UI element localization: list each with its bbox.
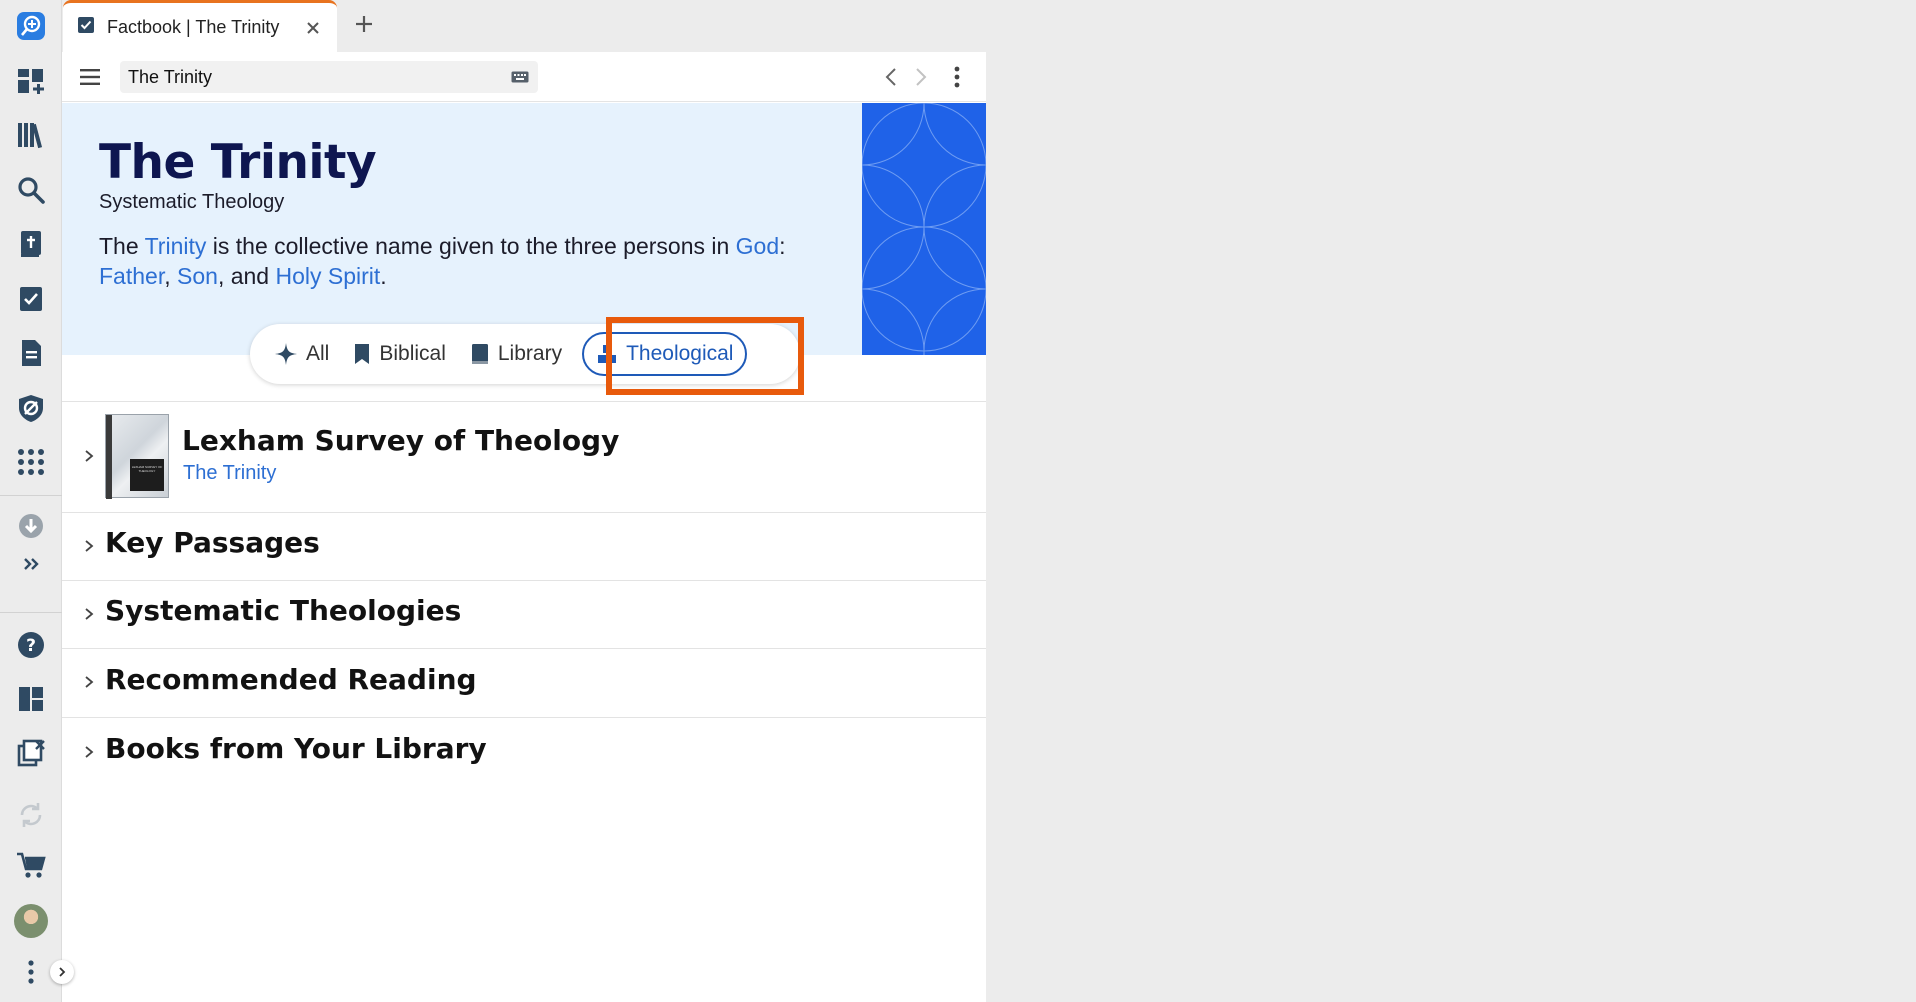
chevron-right-icon[interactable]: [82, 404, 96, 418]
topic-input-value: The Trinity: [128, 66, 213, 87]
filter-biblical[interactable]: Biblical: [341, 332, 458, 376]
add-tab-button[interactable]: [350, 10, 378, 38]
section-systematic-theologies[interactable]: Systematic Theologies: [105, 594, 461, 627]
back-chevron-icon[interactable]: [878, 64, 904, 90]
apps-grid-icon[interactable]: [11, 442, 51, 482]
page-title: The Trinity: [99, 135, 377, 190]
more-chevrons-icon[interactable]: [11, 544, 51, 584]
topic-description: The Trinity is the collective name given…: [99, 233, 786, 289]
topic-header: The Trinity Systematic Theology The Trin…: [62, 103, 986, 355]
section-books-from-library[interactable]: Books from Your Library: [105, 732, 487, 765]
tab-title: Factbook | The Trinity: [107, 17, 280, 37]
section-key-passages[interactable]: Key Passages: [105, 526, 320, 559]
logos-search-icon[interactable]: [11, 6, 51, 46]
chevron-right-icon[interactable]: [82, 745, 96, 759]
page-subtitle: Systematic Theology: [99, 191, 285, 213]
link-trinity[interactable]: Trinity: [145, 233, 207, 259]
dashboard-add-icon[interactable]: [11, 61, 51, 101]
help-icon[interactable]: ?: [11, 625, 51, 665]
link-holy-spirit[interactable]: Holy Spirit: [275, 263, 380, 289]
book-cover-image[interactable]: LEXHAM SURVEY OF THEOLOGY: [105, 414, 169, 499]
chevron-right-icon[interactable]: [82, 607, 96, 621]
sync-icon[interactable]: [11, 795, 51, 835]
close-icon[interactable]: [303, 18, 323, 38]
link-son[interactable]: Son: [177, 263, 218, 289]
filter-theological[interactable]: Theological: [582, 332, 748, 376]
checklist-icon[interactable]: [11, 279, 51, 319]
sparkle-icon: [275, 343, 297, 365]
book-icon: [471, 344, 488, 364]
document-icon[interactable]: [11, 333, 51, 373]
featured-book-row[interactable]: [62, 402, 986, 512]
avatar[interactable]: [14, 904, 48, 938]
plus-icon: [356, 16, 372, 32]
library-icon[interactable]: [11, 115, 51, 155]
filter-pills: All Biblical Library Theological: [250, 324, 800, 384]
bible-icon[interactable]: [11, 224, 51, 264]
hero-decoration: [862, 103, 986, 355]
app-rail: ?: [0, 0, 74, 1002]
chevron-right-icon[interactable]: [82, 539, 96, 553]
guides-icon[interactable]: [11, 388, 51, 428]
topic-input[interactable]: The Trinity: [120, 61, 538, 93]
book-section-link[interactable]: The Trinity: [183, 462, 276, 485]
svg-text:?: ?: [26, 636, 36, 656]
bookmark-icon: [355, 344, 370, 364]
forward-chevron-icon[interactable]: [908, 64, 934, 90]
filter-all[interactable]: All: [262, 332, 341, 376]
search-icon[interactable]: [11, 170, 51, 210]
expand-rail-button[interactable]: [50, 960, 74, 984]
cart-icon[interactable]: [11, 845, 51, 885]
close-panels-icon[interactable]: [11, 733, 51, 773]
section-recommended-reading[interactable]: Recommended Reading: [105, 663, 477, 696]
filter-library[interactable]: Library: [458, 332, 574, 376]
tab-factbook[interactable]: Factbook | The Trinity: [63, 0, 337, 52]
blocks-icon: [598, 345, 617, 363]
checklist-icon: [77, 16, 95, 39]
more-options-icon[interactable]: [944, 64, 970, 90]
book-title[interactable]: Lexham Survey of Theology: [182, 424, 619, 457]
layout-icon[interactable]: [11, 679, 51, 719]
hamburger-menu-icon[interactable]: [76, 64, 104, 90]
keyboard-icon[interactable]: [510, 70, 530, 84]
factbook-panel: The Trinity The Trinity Systematic Theol…: [62, 52, 986, 1002]
chevron-right-icon[interactable]: [82, 675, 96, 689]
kebab-menu-icon[interactable]: [11, 952, 51, 992]
link-god[interactable]: God: [736, 233, 779, 259]
chevron-right-icon[interactable]: [82, 449, 96, 463]
link-father[interactable]: Father: [99, 263, 164, 289]
panel-toolbar: The Trinity: [62, 52, 986, 102]
download-icon[interactable]: [11, 506, 51, 546]
